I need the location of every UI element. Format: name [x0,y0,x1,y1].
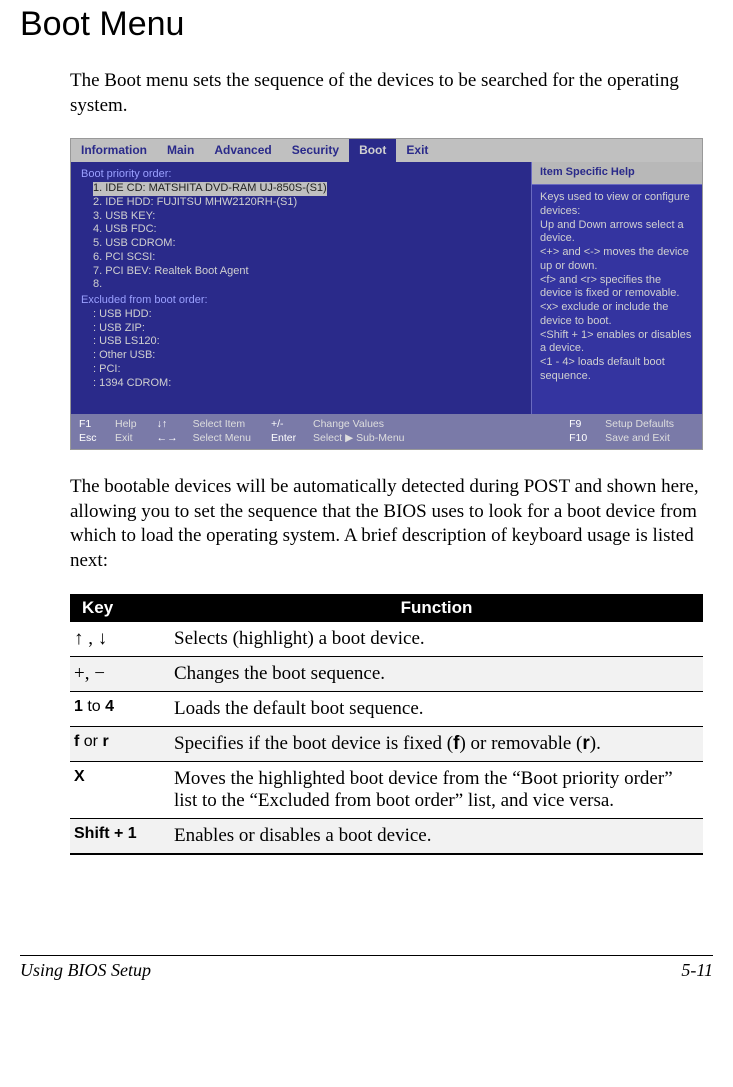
bios-footer-val: Select Menu [193,432,251,445]
bios-footer-val: Exit [115,432,137,445]
bios-menu-item: Information [71,139,157,162]
table-row: +, −Changes the boot sequence. [70,656,703,691]
bios-menu-bar: InformationMainAdvancedSecurityBootExit [71,139,702,162]
table-row: XMoves the highlighted boot device from … [70,761,703,818]
bios-footer-key: F1 [79,418,111,431]
bios-priority-item: 8. [81,278,521,292]
bios-excluded-list: : USB HDD:: USB ZIP:: USB LS120:: Other … [81,308,521,391]
bios-footer-key: Esc [79,432,111,445]
table-cell-key: f or r [70,726,170,761]
bios-excluded-item: : USB LS120: [81,335,521,349]
table-header-key: Key [70,594,170,622]
bios-help-body: Keys used to view or configure devices:U… [532,185,702,414]
bios-help-line: <f> and <r> specifies the device is fixe… [540,274,694,302]
bios-footer-val: Change Values [313,418,405,431]
table-cell-key: ↑ , ↓ [70,622,170,657]
bios-priority-item: 4. USB FDC: [81,223,521,237]
bios-footer-val: Help [115,418,137,431]
bios-excluded-item: : Other USB: [81,349,521,363]
table-row: f or rSpecifies if the boot device is fi… [70,726,703,761]
bios-help-panel: Item Specific Help Keys used to view or … [531,162,702,413]
table-cell-function: Changes the boot sequence. [170,656,703,691]
bios-footer-key: ↓↑ [157,418,189,431]
bios-menu-item: Main [157,139,204,162]
bios-footer-val: Setup Defaults [605,418,674,431]
bios-left-panel: Boot priority order: 1. IDE CD: MATSHITA… [71,162,531,413]
bios-priority-item: 2. IDE HDD: FUJITSU MHW2120RH-(S1) [81,196,521,210]
bios-footer-val: Select Item [193,418,251,431]
bios-screenshot: InformationMainAdvancedSecurityBootExit … [70,138,703,450]
bios-footer-val: Select ▶ Sub-Menu [313,432,405,445]
table-cell-function: Loads the default boot sequence. [170,691,703,726]
bios-footer-key: F10 [569,432,601,445]
bios-menu-item: Boot [349,139,396,162]
table-cell-function: Moves the highlighted boot device from t… [170,761,703,818]
key-function-table: Key Function ↑ , ↓Selects (highlight) a … [70,594,703,855]
table-cell-key: +, − [70,656,170,691]
bios-footer-key: F9 [569,418,601,431]
bios-priority-item: 7. PCI BEV: Realtek Boot Agent [81,265,521,279]
bios-priority-header: Boot priority order: [81,168,521,182]
bios-priority-item: 5. USB CDROM: [81,237,521,251]
between-paragraph: The bootable devices will be automatical… [70,475,703,574]
table-cell-key: X [70,761,170,818]
bios-help-line: Keys used to view or configure devices: [540,191,694,219]
bios-menu-item: Exit [396,139,438,162]
table-header-function: Function [170,594,703,622]
bios-help-title: Item Specific Help [532,162,702,185]
table-cell-function: Enables or disables a boot device. [170,818,703,854]
table-cell-key: Shift + 1 [70,818,170,854]
footer-right: 5-11 [681,960,713,981]
bios-help-line: Up and Down arrows select a device. [540,219,694,247]
bios-menu-item: Advanced [204,139,281,162]
table-cell-function: Selects (highlight) a boot device. [170,622,703,657]
bios-excluded-item: : USB HDD: [81,308,521,322]
table-row: 1 to 4Loads the default boot sequence. [70,691,703,726]
bios-help-line: <x> exclude or include the device to boo… [540,301,694,329]
bios-excluded-header: Excluded from boot order: [81,294,521,308]
bios-footer-val: Save and Exit [605,432,674,445]
table-cell-function: Specifies if the boot device is fixed (f… [170,726,703,761]
table-cell-key: 1 to 4 [70,691,170,726]
bios-priority-list: 1. IDE CD: MATSHITA DVD-RAM UJ-850S-(S1)… [81,182,521,292]
bios-footer-key: +/- [271,418,309,431]
bios-excluded-item: : USB ZIP: [81,322,521,336]
bios-excluded-item: : 1394 CDROM: [81,377,521,391]
bios-help-line: <1 - 4> loads default boot sequence. [540,356,694,384]
intro-paragraph: The Boot menu sets the sequence of the d… [70,69,703,118]
bios-priority-item: 3. USB KEY: [81,210,521,224]
page-title: Boot Menu [20,5,713,44]
bios-priority-item: 6. PCI SCSI: [81,251,521,265]
bios-footer-key: Enter [271,432,309,445]
bios-help-line: <Shift + 1> enables or disables a device… [540,329,694,357]
bios-footer-key: ←→ [157,432,189,445]
bios-menu-item: Security [282,139,349,162]
footer-left: Using BIOS Setup [20,960,151,981]
table-row: ↑ , ↓Selects (highlight) a boot device. [70,622,703,657]
bios-footer-bar: F1 Help Esc Exit ↓↑ Select Item ←→ Select Me… [71,414,702,449]
bios-priority-item: 1. IDE CD: MATSHITA DVD-RAM UJ-850S-(S1) [81,182,521,196]
table-row: Shift + 1Enables or disables a boot devi… [70,818,703,854]
bios-help-line: <+> and <-> moves the device up or down. [540,246,694,274]
bios-excluded-item: : PCI: [81,363,521,377]
